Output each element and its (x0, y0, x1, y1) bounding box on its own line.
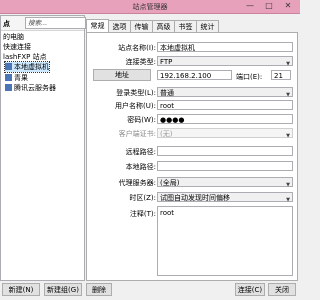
general-settings-panel: 站点名称(I): 本地虚拟机 连接类型: FTP ▼ 地址 192.168.2.… (86, 32, 298, 281)
connect-button[interactable]: 连接(C) (235, 283, 265, 296)
remote-path-input[interactable] (157, 146, 293, 156)
timezone-select[interactable]: 试图自动发现时间偏移 ▼ (157, 192, 293, 203)
address-row: 地址 192.168.2.100 端口(E): 21 (87, 69, 297, 81)
tree-item-label: 快速连接 (3, 43, 31, 51)
conn-type-value: FTP (160, 58, 173, 66)
timezone-row: 时区(Z): 试图自动发现时间偏移 ▼ (87, 191, 297, 203)
timezone-value: 试图自动发现时间偏移 (160, 194, 230, 202)
password-label: 密码(W): (127, 116, 156, 124)
site-name-input[interactable]: 本地虚拟机 (157, 42, 293, 52)
delete-button[interactable]: 删除 (86, 283, 112, 296)
conn-type-label: 连接类型: (125, 58, 156, 66)
conn-type-select[interactable]: FTP ▼ (157, 56, 293, 67)
proxy-value: (全局) (160, 179, 180, 187)
site-name-label: 站点名称(I): (118, 44, 156, 52)
login-type-value: 普通 (160, 89, 174, 97)
maximize-button[interactable]: □ (260, 1, 278, 11)
close-button[interactable]: 关闭 (268, 283, 296, 296)
conn-type-row: 连接类型: FTP ▼ (87, 55, 297, 67)
new-group-button[interactable]: 新建组(G) (44, 283, 82, 296)
address-button[interactable]: 地址 (93, 69, 151, 81)
port-label: 端口(E): (236, 73, 263, 81)
tab-general[interactable]: 常规 (86, 19, 109, 33)
tree-item-qingguo[interactable]: 青果 (5, 73, 28, 83)
search-input[interactable]: 搜索... (25, 17, 86, 29)
tree-item-label: 腾讯云服务器 (14, 84, 56, 92)
login-type-label: 登录类型(L): (116, 89, 156, 97)
tree-item-local-vm[interactable]: 本地虚拟机 (4, 61, 50, 73)
proxy-select[interactable]: (全局) ▼ (157, 177, 293, 188)
remote-path-label: 远程路径: (125, 148, 156, 156)
remote-path-row: 远程路径: (87, 145, 297, 157)
tree-item-label: 青果 (14, 74, 28, 82)
tree-item-tencent-cloud[interactable]: 腾讯云服务器 (5, 83, 56, 93)
server-icon (5, 63, 12, 70)
server-icon (5, 84, 12, 91)
tree-item-label: 本地虚拟机 (14, 63, 49, 71)
username-label: 用户名称(U): (115, 102, 156, 110)
tree-item-quick-connect[interactable]: 快速连接 (3, 42, 31, 52)
new-site-button[interactable]: 新建(N) (2, 283, 40, 296)
username-row: 用户名称(U): root (87, 99, 297, 111)
server-icon (5, 74, 12, 81)
client-cert-row: 客户端证书: (无) ▼ (87, 127, 297, 139)
local-path-input[interactable] (157, 161, 293, 171)
password-input[interactable]: ●●●● (157, 114, 293, 124)
chevron-down-icon: ▼ (286, 182, 290, 188)
timezone-label: 时区(Z): (129, 194, 156, 202)
tree-item-flashfxp-sites[interactable]: lashFXP 站点 (3, 52, 47, 62)
client-cert-label: 客户端证书: (118, 130, 156, 138)
password-row: 密码(W): ●●●● (87, 113, 297, 125)
local-path-label: 本地路径: (125, 163, 156, 171)
title-bar: 站点管理器 — □ ✕ (0, 0, 300, 14)
site-name-row: 站点名称(I): 本地虚拟机 (87, 41, 297, 53)
site-tree-label: 点 (3, 20, 10, 28)
local-path-row: 本地路径: (87, 160, 297, 172)
minimize-button[interactable]: — (241, 1, 259, 11)
notes-textarea[interactable]: root (157, 206, 293, 276)
proxy-label: 代理服务器: (118, 179, 156, 187)
site-tree-header: 点 搜索... (1, 16, 86, 31)
tree-item-my-computer[interactable]: 的电脑 (3, 32, 24, 42)
notes-label: 注释(T): (129, 210, 156, 218)
login-type-row: 登录类型(L): 普通 ▼ (87, 86, 297, 98)
client-cert-select: (无) ▼ (157, 128, 293, 139)
username-input[interactable]: root (157, 100, 293, 110)
chevron-down-icon: ▼ (286, 197, 290, 203)
tree-item-label: lashFXP 站点 (3, 53, 47, 61)
proxy-row: 代理服务器: (全局) ▼ (87, 176, 297, 188)
tree-item-label: 的电脑 (3, 33, 24, 41)
close-window-button[interactable]: ✕ (279, 1, 297, 11)
site-tree-panel: 点 搜索... 的电脑 快速连接 lashFXP 站点 本地虚拟机 青果 腾讯云… (0, 15, 86, 281)
login-type-select[interactable]: 普通 ▼ (157, 87, 293, 98)
client-cert-value: (无) (160, 130, 173, 138)
port-input[interactable]: 21 (271, 70, 291, 80)
chevron-down-icon: ▼ (286, 133, 290, 139)
chevron-down-icon: ▼ (286, 61, 290, 67)
address-input[interactable]: 192.168.2.100 (157, 70, 232, 80)
